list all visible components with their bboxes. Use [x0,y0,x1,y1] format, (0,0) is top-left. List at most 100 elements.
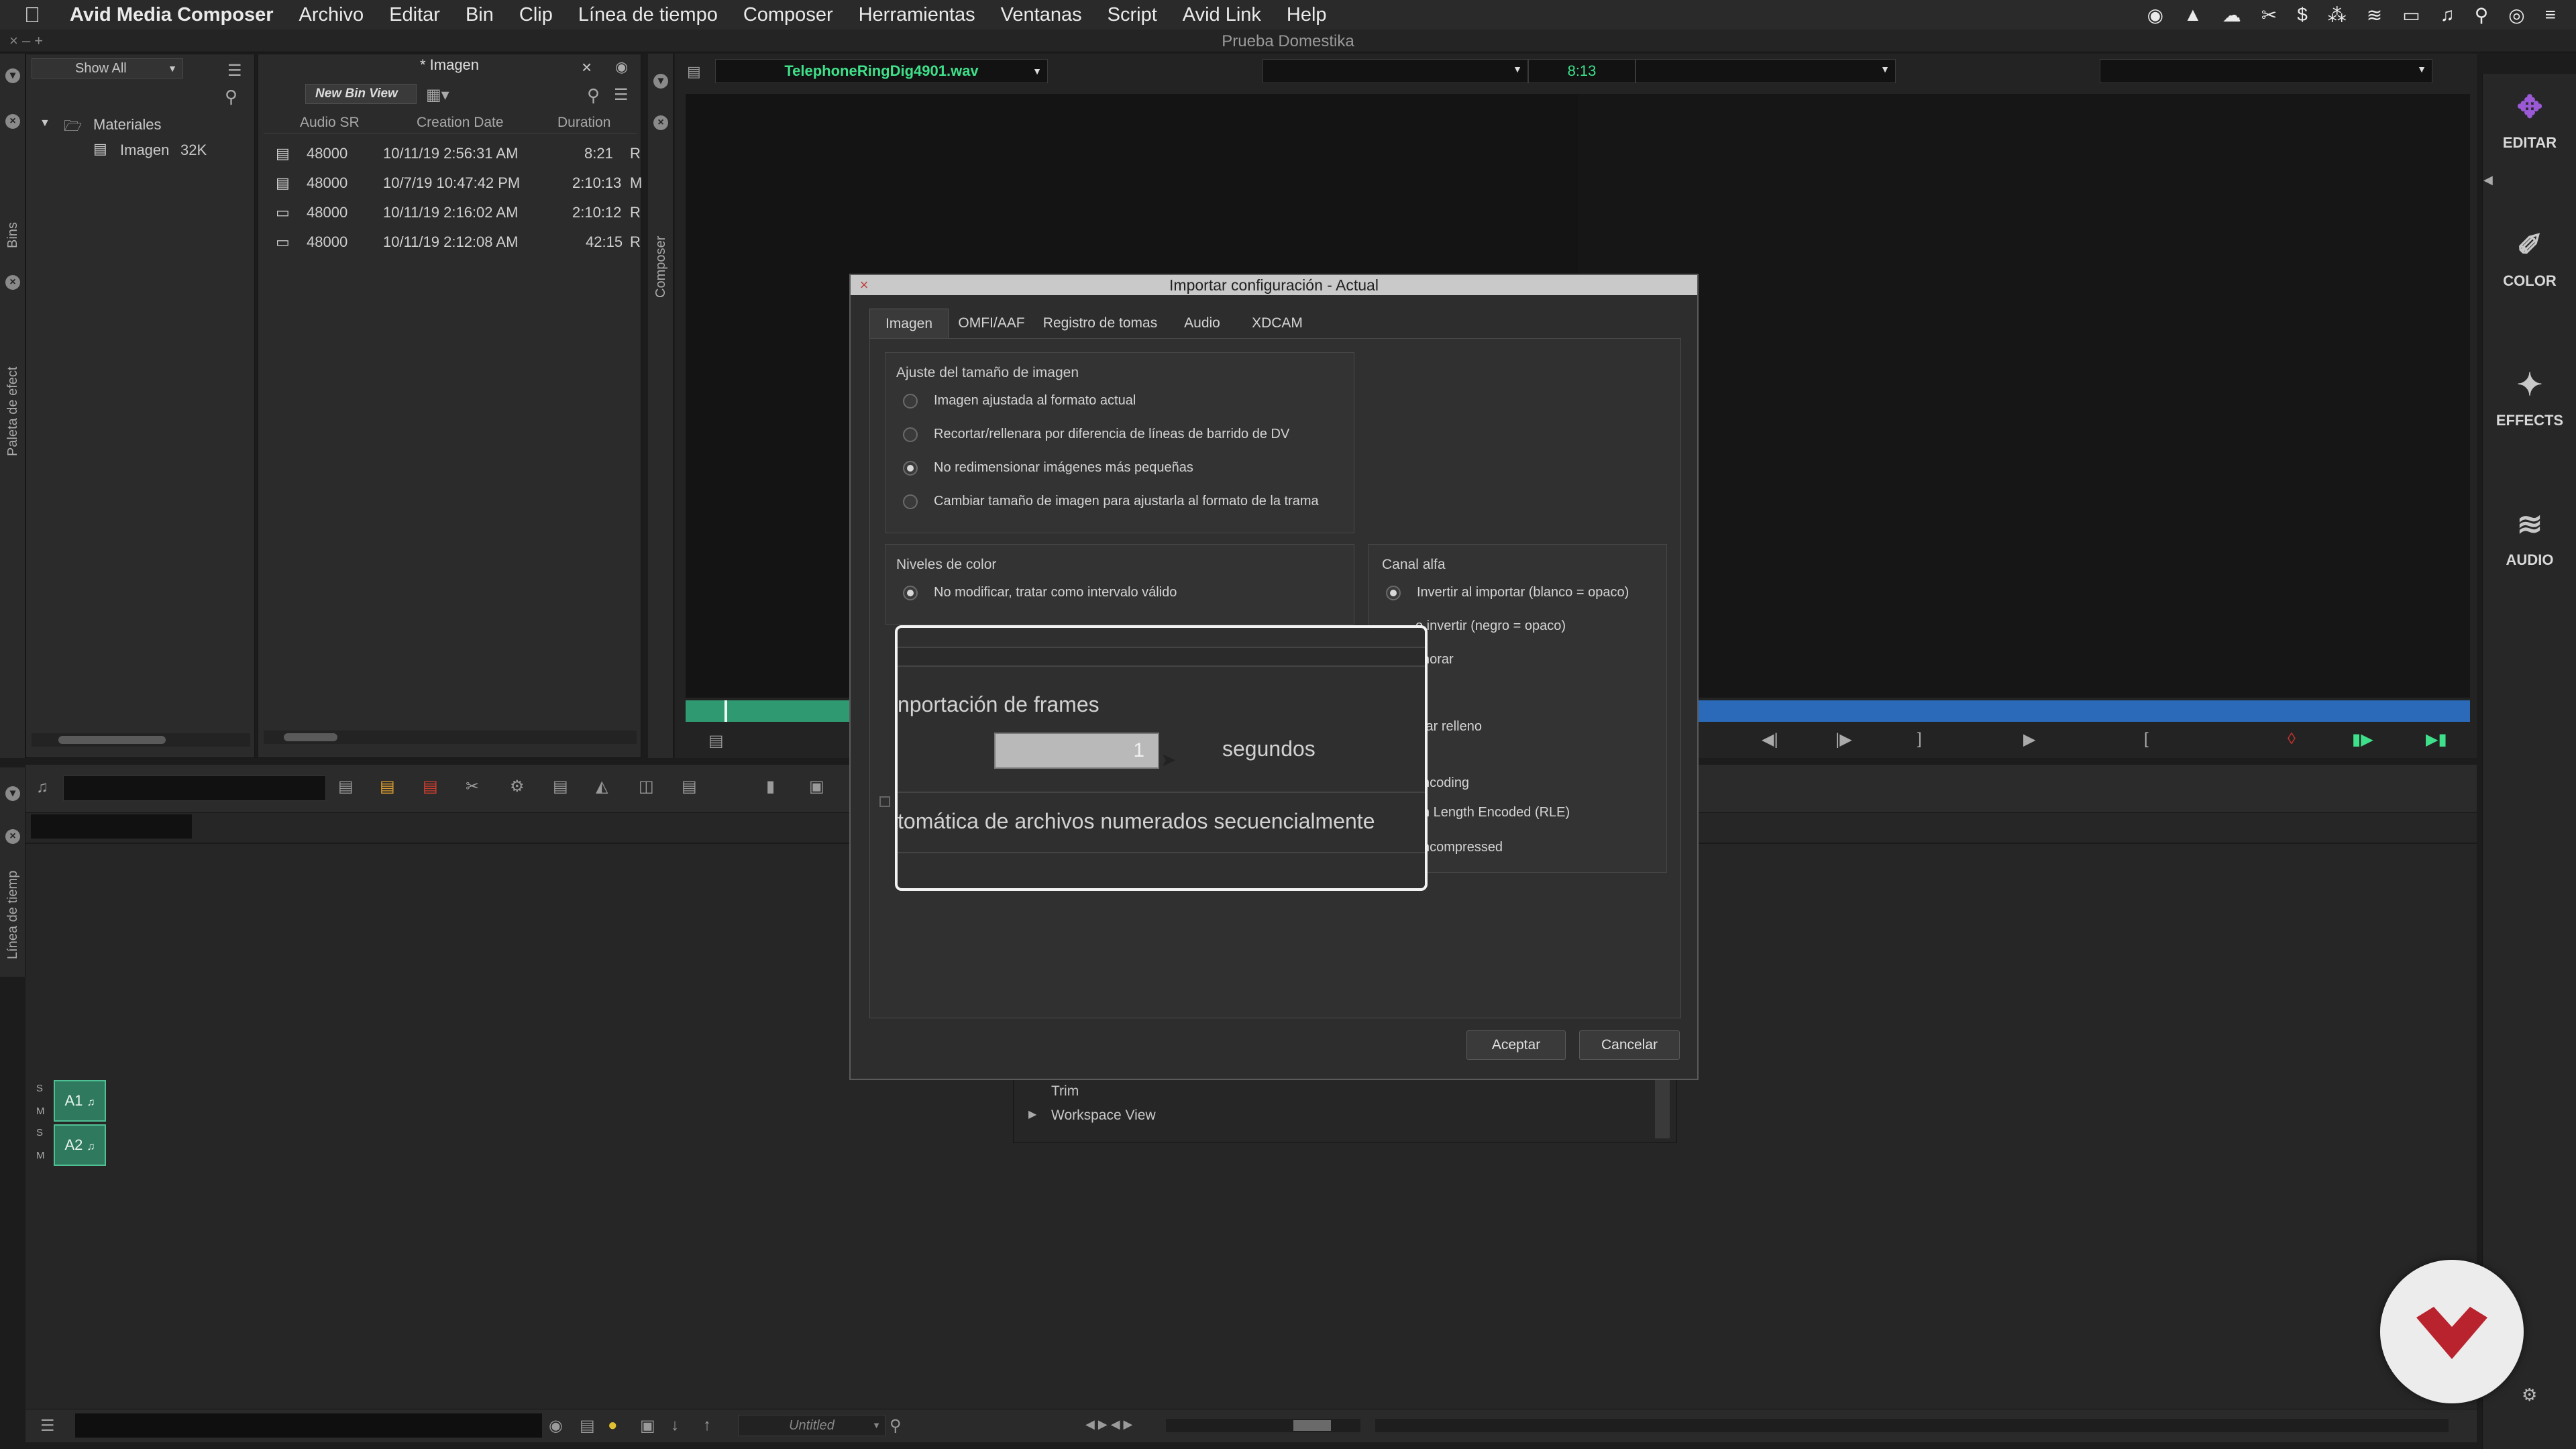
timeline-scrollbar[interactable] [1375,1419,2449,1432]
scroll-thumb[interactable] [58,736,166,744]
slide-icon[interactable]: ▤ [682,777,697,796]
collapse-icon[interactable]: ▾ [5,68,20,83]
column-duration[interactable]: Duration [557,115,610,131]
scroll-thumb[interactable] [284,733,337,741]
horizontal-scrollbar[interactable] [32,733,250,747]
scroll-controls-icon[interactable]: ◀ ▶ ◀ ▶ [1085,1417,1132,1432]
menu-script[interactable]: Script [1108,4,1157,26]
track-solo-a2[interactable]: S [36,1127,43,1138]
bins-tab[interactable]: Bins [5,222,21,248]
scissors-icon[interactable]: ✂ [466,777,479,796]
timeline-mini-ruler[interactable] [75,1413,542,1438]
close-icon[interactable]: × [582,57,592,78]
duration-input[interactable]: 1 [994,733,1159,769]
mark-in-icon[interactable]: [ [2144,730,2149,749]
overwrite-icon[interactable]: ▶▮ [2426,730,2447,749]
radio-dot[interactable] [903,460,918,476]
track-mute-a1[interactable]: M [36,1106,45,1117]
position-indicator[interactable] [724,700,727,722]
nav-editar[interactable]: ✥ EDITAR [2483,89,2576,152]
apple-icon[interactable]:  [24,3,56,28]
checkbox[interactable] [879,796,890,807]
mark-out-icon[interactable]: ] [1917,730,1922,749]
zoom-slider[interactable] [1166,1419,1360,1432]
timecode-display[interactable]: 8:13 [1528,59,1635,83]
tab-omfi-aaf[interactable]: OMFI/AAF [951,309,1032,338]
extract-icon[interactable]: ▤ [423,777,438,796]
menu-app[interactable]: Avid Media Composer [70,4,273,26]
bin-row[interactable]: ▤ 48000 10/7/19 10:47:42 PM 2:10:13 M [264,168,642,198]
s-icon[interactable]: $ [2297,4,2308,25]
play-icon[interactable]: ▶ [2023,730,2035,749]
slip-icon[interactable]: ◫ [639,777,654,796]
radio-dot[interactable] [903,494,918,509]
record-monitor[interactable] [1578,94,2470,698]
marker-icon[interactable]: ▮ [766,777,775,796]
record-monitor-menu[interactable]: ▼ [2100,59,2432,83]
menu-ventanas[interactable]: Ventanas [1001,4,1082,26]
speaker-icon[interactable]: ♫ [87,1141,95,1152]
bin-view-dropdown[interactable]: New Bin View [305,84,417,104]
collapse-icon[interactable]: ▾ [653,74,668,89]
radio-color-no-modify[interactable]: No modificar, tratar como intervalo váli… [903,585,1177,600]
speaker-icon[interactable]: ♫ [36,778,48,797]
ok-button[interactable]: Aceptar [1466,1030,1566,1060]
radio-uncompressed[interactable]: ncompressed [1422,840,1503,855]
trim-icon[interactable]: ⚙ [510,777,525,796]
cloud-icon[interactable]: ☁ [2222,4,2241,26]
close-icon[interactable]: × [5,114,20,129]
project-item-trim[interactable]: Trim [1051,1083,1079,1099]
up-arrow-icon[interactable]: ↑ [703,1416,711,1435]
effects-palette-tab[interactable]: Paleta de efect [5,367,21,456]
monitor-menu-icon[interactable]: ▤ [708,731,724,751]
panel-menu-icon[interactable]: ☰ [614,85,629,105]
show-filter-dropdown[interactable]: Show All ▼ [32,58,183,78]
record-icon[interactable]: ◉ [2147,4,2163,26]
vertical-scrollbar[interactable] [1655,1071,1670,1138]
radio-dot[interactable] [903,585,918,600]
source-clip-menu[interactable]: TelephoneRingDig4901.wav ▼ [715,59,1048,83]
fullscreen-icon[interactable]: ▣ [809,777,824,796]
radio-no-resize-small[interactable]: No redimensionar imágenes más pequeñas [903,460,1193,476]
zoom-slider-thumb[interactable] [1293,1420,1331,1431]
timeline-tab[interactable]: Línea de tiemp [5,871,21,959]
source-position-bar[interactable] [686,700,853,722]
link-icon[interactable]: ▣ [640,1416,655,1436]
upload-icon[interactable]: ▲ [2184,4,2202,25]
menu-linea-de-tiempo[interactable]: Línea de tiempo [578,4,718,26]
track-a1[interactable]: A1 ♫ [54,1080,106,1122]
nav-audio[interactable]: ≋ AUDIO [2483,506,2576,569]
search-icon[interactable]: ⚲ [587,85,600,106]
radio-alpha-no-invert[interactable]: o invertir (negro = opaco) [1415,619,1566,634]
sequence-icon[interactable]: ▤ [580,1416,595,1436]
disclosure-closed-icon[interactable]: ▶ [1028,1108,1036,1121]
tree-item-imagen[interactable]: ▤ Imagen 32K [26,138,256,164]
menu-herramientas[interactable]: Herramientas [859,4,975,26]
segment-icon[interactable]: ▤ [553,777,568,796]
horizontal-scrollbar[interactable] [264,731,637,744]
disclosure-open-icon[interactable]: ▼ [40,117,50,129]
menu-help[interactable]: Help [1287,4,1327,26]
menu-bin[interactable]: Bin [466,4,494,26]
monitor-info-menu-2[interactable]: ▼ [1635,59,1896,83]
menu-extra-icon[interactable]: ≡ [2545,4,2556,25]
auto-sequential-option[interactable]: tomática de archivos numerados secuencia… [898,809,1375,834]
effect-mode-icon[interactable]: ● [608,1416,618,1435]
menu-clip[interactable]: Clip [519,4,553,26]
step-forward-icon[interactable]: |▶ [1835,730,1852,749]
split-icon[interactable]: ◭ [596,777,608,796]
menu-editar[interactable]: Editar [389,4,440,26]
tab-registro-de-tomas[interactable]: Registro de tomas [1033,309,1167,338]
column-creation-date[interactable]: Creation Date [417,115,504,131]
scissors-icon[interactable]: ✂ [2261,4,2277,26]
bin-row[interactable]: ▭ 48000 10/11/19 2:12:08 AM 42:15 R [264,227,641,257]
menu-avid-link[interactable]: Avid Link [1183,4,1261,26]
step-back-icon[interactable]: ◀| [1762,730,1778,749]
track-a2[interactable]: A2 ♫ [54,1124,106,1166]
menu-composer[interactable]: Composer [743,4,833,26]
close-icon[interactable]: × [5,829,20,844]
column-audio-sr[interactable]: Audio SR [300,115,360,131]
radio-rle[interactable]: n Length Encoded (RLE) [1422,805,1570,820]
splice-in-icon[interactable]: ▮▶ [2352,730,2373,749]
siri-icon[interactable]: ◎ [2508,4,2524,26]
